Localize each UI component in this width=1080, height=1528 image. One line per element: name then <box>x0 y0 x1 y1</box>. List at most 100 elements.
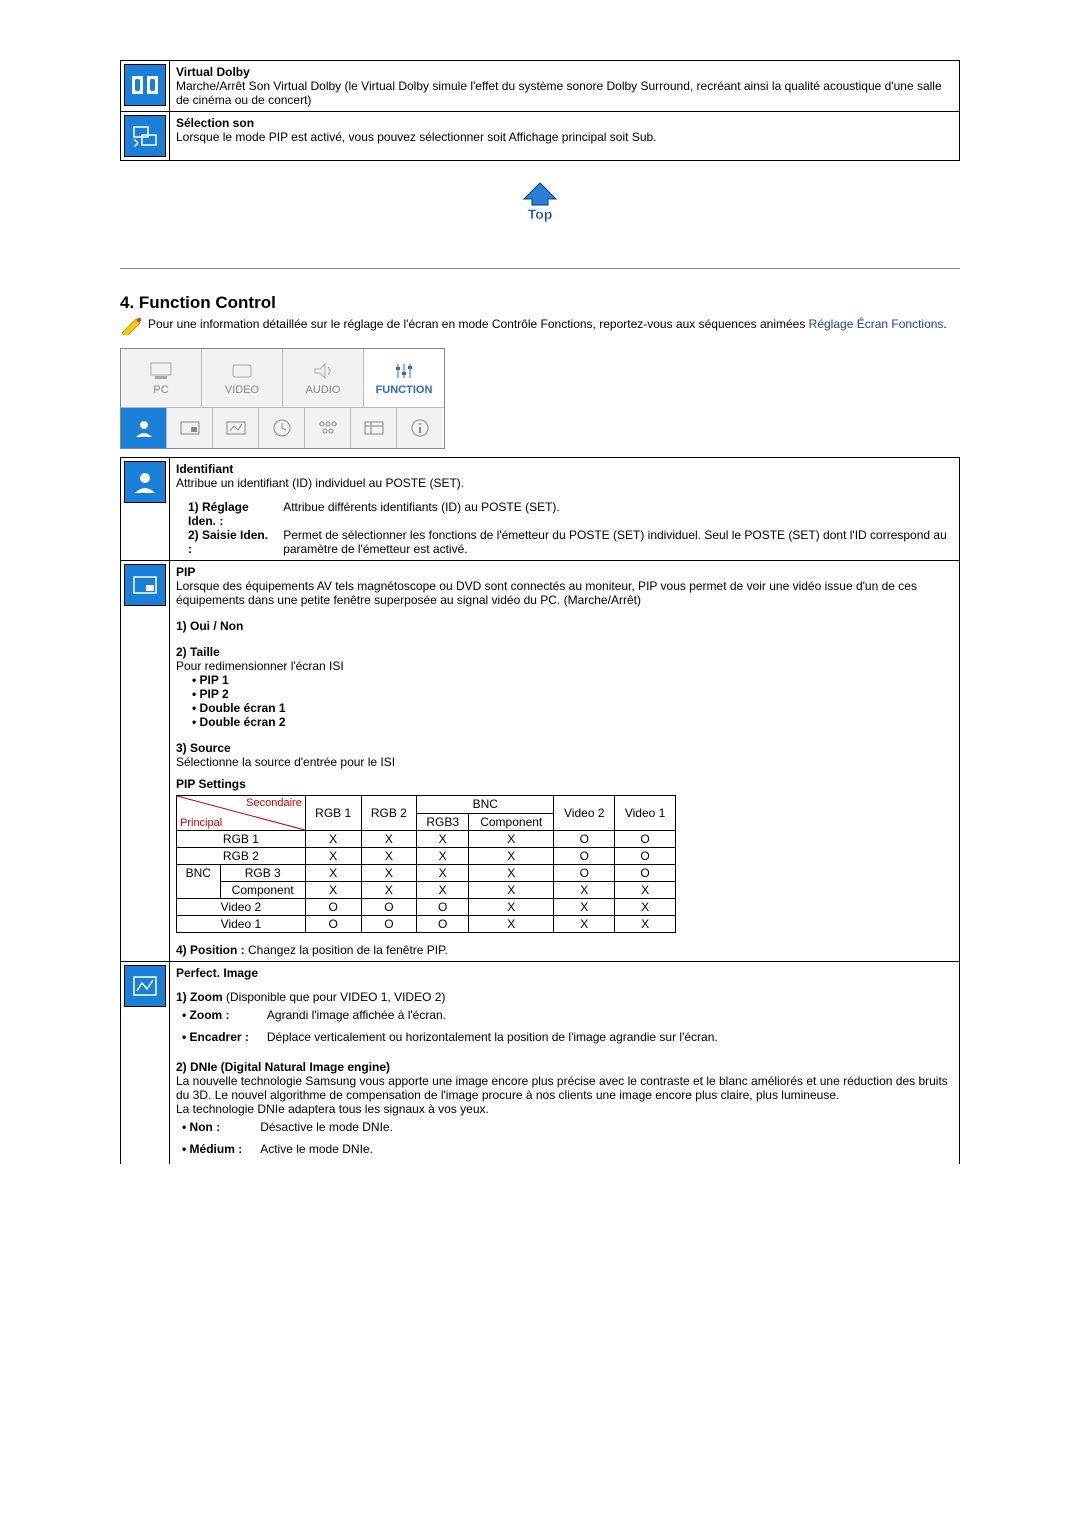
pip-position-label: 4) Position : <box>176 943 245 957</box>
row-video1: Video 1 <box>177 916 306 933</box>
pip-settings-table: Secondaire Principal RGB 1 RGB 2 BNC Vid… <box>176 795 676 933</box>
virtual-dolby-desc: Marche/Arrêt Son Virtual Dolby (le Virtu… <box>176 79 942 107</box>
pip-cell: X <box>469 831 554 848</box>
pip-cell: O <box>615 831 676 848</box>
subtab-info[interactable] <box>397 408 442 448</box>
pip-opt-taille: 2) Taille <box>176 645 953 659</box>
pip-cell: O <box>554 865 615 882</box>
pip-cell: X <box>361 865 417 882</box>
medium-desc: Active le mode DNIe. <box>254 1138 399 1160</box>
top-link[interactable]: Top <box>518 214 562 228</box>
row-rgb1: RGB 1 <box>177 831 306 848</box>
pip-cell: X <box>417 848 469 865</box>
pip-icon <box>124 564 166 606</box>
pip-cell: O <box>615 865 676 882</box>
tab-video[interactable]: VIDEO <box>202 349 283 407</box>
tab-function[interactable]: FUNCTION <box>364 349 444 407</box>
zoom-avail: (Disponible que pour VIDEO 1, VIDEO 2) <box>223 990 446 1004</box>
pip-title: PIP <box>176 565 195 579</box>
pip-cell: X <box>305 848 361 865</box>
pip-cell: X <box>554 916 615 933</box>
pip-cell: X <box>469 865 554 882</box>
reglage-iden-desc: Attribue différents identifiants (ID) au… <box>283 500 560 514</box>
col-bnc: BNC <box>417 796 554 814</box>
subtab-perfect[interactable] <box>213 408 259 448</box>
pip-bullet: • Double écran 1 <box>176 701 953 715</box>
pip-cell: O <box>554 848 615 865</box>
pip-cell: X <box>417 831 469 848</box>
pip-cell: X <box>615 899 676 916</box>
sound-select-icon <box>124 115 166 157</box>
pip-source-desc: Sélectionne la source d'entrée pour le I… <box>176 755 953 769</box>
pip-bullet: • Double écran 2 <box>176 715 953 729</box>
diag-primary: Principal <box>180 817 222 829</box>
dnie-label: 2) DNIe (Digital Natural Image engine) <box>176 1060 953 1074</box>
audio-settings-table: Virtual Dolby Marche/Arrêt Son Virtual D… <box>120 60 960 161</box>
pip-cell: O <box>417 899 469 916</box>
zoom-b-label: • Zoom : <box>176 1004 261 1026</box>
intro-link[interactable]: Réglage Écran Fonctions <box>809 317 944 331</box>
pip-cell: X <box>469 916 554 933</box>
pip-cell: X <box>417 865 469 882</box>
sound-select-title: Sélection son <box>176 116 254 130</box>
subtab-id[interactable] <box>121 408 167 448</box>
pip-cell: O <box>361 899 417 916</box>
dolby-icon <box>124 64 166 106</box>
tip-icon <box>120 317 142 338</box>
sound-select-desc: Lorsque le mode PIP est activé, vous pou… <box>176 130 657 144</box>
row-component: Component <box>220 882 305 899</box>
row-video2: Video 2 <box>177 899 306 916</box>
function-detail-table: Identifiant Attribue un identifiant (ID)… <box>120 457 960 1164</box>
pip-cell: X <box>554 882 615 899</box>
pip-cell: X <box>305 831 361 848</box>
subtab-time[interactable] <box>259 408 305 448</box>
virtual-dolby-title: Virtual Dolby <box>176 65 250 79</box>
pip-cell: O <box>305 916 361 933</box>
pip-cell: X <box>417 882 469 899</box>
identifiant-desc: Attribue un identifiant (ID) individuel … <box>176 476 464 490</box>
reglage-iden-label: 1) Réglage Iden. : <box>188 500 249 528</box>
non-label: • Non : <box>176 1116 254 1138</box>
pip-cell: X <box>361 831 417 848</box>
col-video1: Video 1 <box>615 796 676 831</box>
pip-cell: X <box>469 899 554 916</box>
svg-text:Top: Top <box>528 206 553 222</box>
encadrer-label: • Encadrer : <box>176 1026 261 1048</box>
pip-cell: X <box>469 882 554 899</box>
tab-pc[interactable]: PC <box>121 349 202 407</box>
pip-cell: X <box>554 899 615 916</box>
tab-audio[interactable]: AUDIO <box>283 349 364 407</box>
subtab-pip[interactable] <box>167 408 213 448</box>
top-arrow-icon: Top <box>518 181 562 225</box>
pip-cell: O <box>615 848 676 865</box>
pip-cell: O <box>417 916 469 933</box>
pip-cell: X <box>615 882 676 899</box>
pip-cell: O <box>361 916 417 933</box>
pip-settings-title: PIP Settings <box>176 777 953 791</box>
row-rgb2: RGB 2 <box>177 848 306 865</box>
saisie-iden-desc: Permet de sélectionner les fonctions de … <box>283 528 947 556</box>
pip-desc: Lorsque des équipements AV tels magnétos… <box>176 579 917 607</box>
pip-cell: X <box>615 916 676 933</box>
pip-cell: O <box>305 899 361 916</box>
col-component: Component <box>469 813 554 831</box>
col-video2: Video 2 <box>554 796 615 831</box>
zoom-label: 1) Zoom <box>176 990 223 1004</box>
col-rgb1: RGB 1 <box>305 796 361 831</box>
pip-taille-desc: Pour redimensionner l'écran ISI <box>176 659 953 673</box>
pip-opt-source: 3) Source <box>176 741 953 755</box>
medium-label: • Médium : <box>176 1138 254 1160</box>
perfect-title: Perfect. Image <box>176 966 258 980</box>
section-4-heading: 4. Function Control <box>120 293 960 313</box>
pip-cell: O <box>554 831 615 848</box>
zoom-b-desc: Agrandi l'image affichée à l'écran. <box>261 1004 724 1026</box>
subtab-multi[interactable] <box>305 408 351 448</box>
identifiant-title: Identifiant <box>176 462 233 476</box>
row-bnc: BNC <box>177 865 221 899</box>
section-4-intro: Pour une information détaillée sur le ré… <box>148 317 947 331</box>
pip-bullet: • PIP 1 <box>176 673 953 687</box>
saisie-iden-label: 2) Saisie Iden. : <box>188 528 268 556</box>
subtab-screen[interactable] <box>351 408 397 448</box>
id-icon <box>124 461 166 503</box>
function-tabstrip: PC VIDEO AUDIO FUNCTION <box>120 348 445 449</box>
